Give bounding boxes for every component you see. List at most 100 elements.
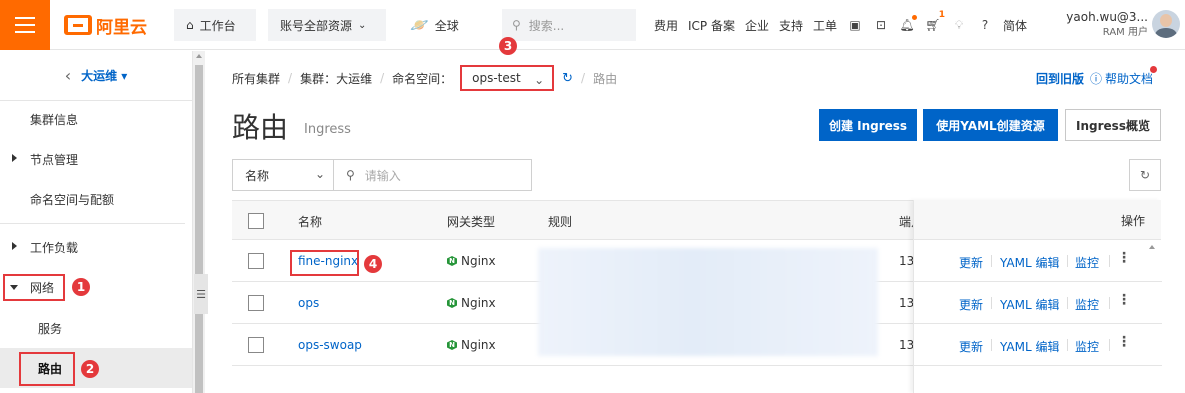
breadcrumb-cluster[interactable]: 集群：大运维 xyxy=(300,70,372,87)
lightbulb-icon[interactable]: 💡︎ xyxy=(951,17,967,33)
row-checkbox[interactable] xyxy=(248,295,264,311)
gateway-type: N Nginx xyxy=(447,338,496,352)
resource-scope-label: 账号全部资源 xyxy=(280,18,353,33)
help-doc-label: 帮助文档 xyxy=(1105,72,1154,86)
region-selector[interactable]: 🪐 全球 xyxy=(398,9,490,41)
chevron-left-icon[interactable]: ‹ xyxy=(65,66,71,85)
select-all-checkbox[interactable] xyxy=(248,213,264,229)
top-links: 费用 ICP 备案 企业 支持 工单 ▣ ⊡ 🔔︎ 🛒︎ 1 💡︎ ? 简体 xyxy=(654,0,1027,50)
hamburger-menu-icon[interactable] xyxy=(0,0,50,50)
sidebar-item-label: 工作负载 xyxy=(30,240,79,255)
link-icp[interactable]: ICP 备案 xyxy=(688,17,735,34)
create-ingress-button[interactable]: 创建 Ingress xyxy=(819,109,917,141)
yaml-edit-link[interactable]: YAML 编辑 xyxy=(1000,254,1059,271)
help-icon[interactable]: ? xyxy=(977,17,993,33)
sidebar-item-label: 集群信息 xyxy=(30,112,79,127)
top-navigation-bar: 阿里云 ⌂ 工作台 账号全部资源 ⌄ 🪐 全球 ⚲ 搜索... 费用 ICP 备… xyxy=(0,0,1185,50)
user-name: yaoh.wu@3... xyxy=(1066,10,1148,24)
monitor-link[interactable]: 监控 xyxy=(1075,254,1099,271)
column-gateway-type: 网关类型 xyxy=(447,215,496,229)
back-to-old-version-link[interactable]: 回到旧版 xyxy=(1036,70,1084,87)
globe-icon: 🪐 xyxy=(410,16,429,34)
global-search[interactable]: ⚲ 搜索... xyxy=(502,9,636,41)
column-rules: 规则 xyxy=(548,215,573,229)
search-placeholder: 搜索... xyxy=(528,18,565,33)
link-enterprise[interactable]: 企业 xyxy=(745,17,769,34)
cloud-shell-icon[interactable]: ▣ xyxy=(847,17,863,33)
yaml-edit-link[interactable]: YAML 编辑 xyxy=(1000,296,1059,313)
region-label: 全球 xyxy=(434,18,459,33)
link-ticket[interactable]: 工单 xyxy=(813,17,837,34)
create-from-yaml-button[interactable]: 使用YAML创建资源 xyxy=(923,109,1058,141)
row-actions: 更新 YAML 编辑 监控 ⋮ xyxy=(914,324,1162,366)
page-title: 路由 xyxy=(232,111,289,144)
gateway-type: N Nginx xyxy=(447,254,496,268)
namespace-select[interactable]: ops-test ⌄ xyxy=(460,65,555,91)
aliyun-logo-icon xyxy=(64,15,92,35)
workbench-label: 工作台 xyxy=(199,18,236,33)
filter-field-value: 名称 xyxy=(245,168,270,183)
column-actions: 操作 xyxy=(1120,214,1145,228)
update-link[interactable]: 更新 xyxy=(959,254,983,271)
avatar[interactable] xyxy=(1152,10,1180,38)
user-role: RAM 用户 xyxy=(1102,27,1148,38)
sidebar-scrollbar[interactable] xyxy=(192,51,205,393)
annotation-badge-4: 4 xyxy=(364,255,382,273)
sidebar-collapse-icon[interactable]: ☰ xyxy=(194,274,208,314)
more-actions-icon[interactable]: ⋮ xyxy=(1117,334,1131,350)
nginx-icon: N xyxy=(447,256,457,266)
table-scroll-up-icon[interactable] xyxy=(1149,245,1155,249)
more-actions-icon[interactable]: ⋮ xyxy=(1117,250,1131,266)
resource-scope-dropdown[interactable]: 账号全部资源 ⌄ xyxy=(268,9,386,41)
row-actions: 更新 YAML 编辑 监控 ⋮ xyxy=(914,240,1162,282)
page-subtitle: Ingress xyxy=(304,122,351,137)
column-name: 名称 xyxy=(298,215,323,229)
user-info[interactable]: yaoh.wu@3... RAM 用户 xyxy=(1062,9,1148,41)
search-icon: ⚲ xyxy=(512,18,521,32)
sidebar-item-namespaces[interactable]: 命名空间与配额 xyxy=(0,179,192,219)
sidebar-item-workloads[interactable]: 工作负载 xyxy=(0,227,192,267)
row-checkbox[interactable] xyxy=(248,253,264,269)
update-link[interactable]: 更新 xyxy=(959,338,983,355)
sidebar-item-label: 节点管理 xyxy=(30,152,79,167)
annotation-box-1 xyxy=(3,274,65,301)
breadcrumb: 所有集群 / 集群：大运维 / 命名空间： ops-test ⌄ ↻ / 路由 xyxy=(232,65,617,91)
refresh-icon[interactable]: ↻ xyxy=(562,71,573,86)
logo-text: 阿里云 xyxy=(96,17,147,38)
sidebar-item-nodes[interactable]: 节点管理 xyxy=(0,139,192,179)
annotation-badge-3: 3 xyxy=(499,37,517,55)
language-switch[interactable]: 简体 xyxy=(1003,17,1027,34)
chevron-down-icon: ⌄ xyxy=(358,19,367,31)
annotation-badge-1: 1 xyxy=(72,278,90,296)
row-checkbox[interactable] xyxy=(248,337,264,353)
refresh-button[interactable]: ↻ xyxy=(1129,159,1161,191)
workbench-button[interactable]: ⌂ 工作台 xyxy=(174,9,256,41)
monitor-link[interactable]: 监控 xyxy=(1075,338,1099,355)
cluster-name[interactable]: 大运维 ▾ xyxy=(81,67,127,84)
cluster-switcher[interactable]: ‹ 大运维 ▾ xyxy=(0,51,192,101)
divider xyxy=(0,223,185,224)
gateway-label: Nginx xyxy=(461,296,496,310)
ingress-name-link[interactable]: ops xyxy=(298,296,319,310)
link-support[interactable]: 支持 xyxy=(779,17,803,34)
bell-icon[interactable]: 🔔︎ xyxy=(899,15,918,33)
help-doc-link[interactable]: ⓘ 帮助文档 xyxy=(1090,70,1153,87)
breadcrumb-all-clusters[interactable]: 所有集群 xyxy=(232,70,280,87)
search-placeholder: 请输入 xyxy=(364,168,401,183)
terminal-icon[interactable]: ⊡ xyxy=(873,17,889,33)
search-input[interactable]: ⚲ 请输入 xyxy=(333,159,532,191)
actions-column: 操作 更新 YAML 编辑 监控 ⋮ 更新 YAML 编辑 监控 ⋮ 更新 YA… xyxy=(913,200,1162,393)
cart-badge: 1 xyxy=(938,10,946,20)
update-link[interactable]: 更新 xyxy=(959,296,983,313)
filter-field-select[interactable]: 名称 ⌄ xyxy=(232,159,334,191)
aliyun-logo[interactable]: 阿里云 xyxy=(64,13,147,38)
sidebar-item-cluster-info[interactable]: 集群信息 xyxy=(0,99,192,139)
monitor-link[interactable]: 监控 xyxy=(1075,296,1099,313)
ingress-name-link[interactable]: ops-swoap xyxy=(298,338,362,352)
ingress-overview-button[interactable]: Ingress概览 xyxy=(1065,109,1161,141)
more-actions-icon[interactable]: ⋮ xyxy=(1117,292,1131,308)
yaml-edit-link[interactable]: YAML 编辑 xyxy=(1000,338,1059,355)
sidebar-item-services[interactable]: 服务 xyxy=(0,308,192,348)
cart-icon[interactable]: 🛒︎ 1 xyxy=(925,10,945,33)
link-billing[interactable]: 费用 xyxy=(654,17,678,34)
